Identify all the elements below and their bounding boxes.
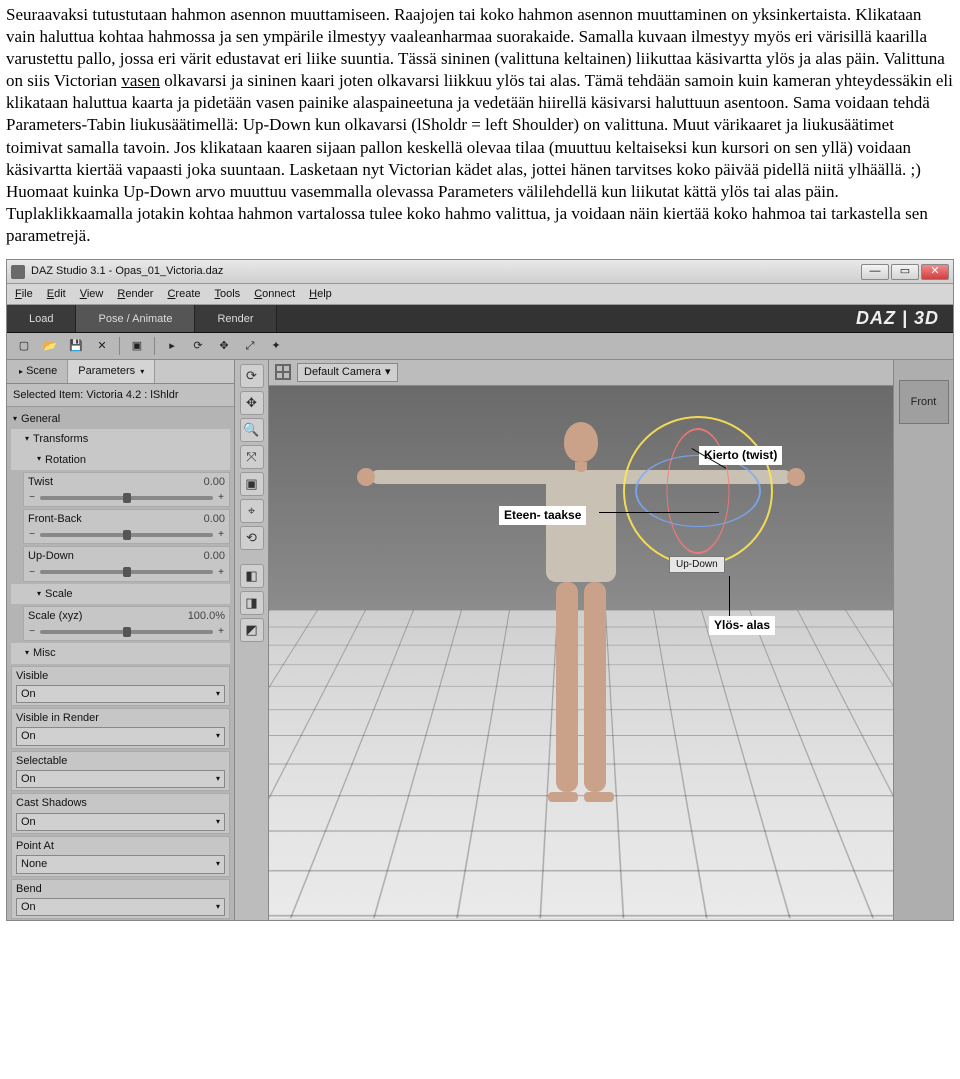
render-icon[interactable]: ▣	[128, 337, 146, 355]
scale-icon[interactable]: ⤢	[241, 337, 259, 355]
annotation-kierto: Kierto (twist)	[699, 446, 782, 466]
main-toolbar: ▢ 📂 💾 ✕ ▣ ▸ ⟳ ✥ ⤢ ✦	[7, 333, 953, 360]
aim-icon[interactable]: ⌖	[240, 499, 264, 523]
app-icon	[11, 265, 25, 279]
selected-item-label: Selected Item:	[13, 389, 83, 401]
daz-studio-window: DAZ Studio 3.1 - Opas_01_Victoria.daz — …	[6, 259, 954, 921]
viewport-tool-column: ⟳ ✥ 🔍 ⤧ ▣ ⌖ ⟲ ◧ ◨ ◩	[235, 360, 269, 920]
group-scale[interactable]: ▾Scale	[11, 584, 230, 604]
brand-logo: DAZ | 3D	[856, 307, 953, 330]
menu-create[interactable]: Create	[167, 287, 200, 301]
menu-edit[interactable]: Edit	[47, 287, 66, 301]
rotation-gizmo[interactable]	[623, 416, 773, 566]
menu-help[interactable]: Help	[309, 287, 332, 301]
translate-icon[interactable]: ✥	[215, 337, 233, 355]
menu-file[interactable]: File	[15, 287, 33, 301]
param-twist[interactable]: Twist0.00 −+	[23, 472, 230, 507]
annotation-eteen-taakse: Eteen- taakse	[499, 506, 586, 526]
shelf-tab-pose[interactable]: Pose / Animate	[76, 305, 195, 332]
rotate-icon[interactable]: ⟳	[189, 337, 207, 355]
group-misc[interactable]: ▾Misc	[11, 643, 230, 663]
updown-chip: Up-Down	[669, 556, 725, 573]
annotation-line	[729, 576, 730, 616]
underlined-word: vasen	[121, 71, 160, 90]
tab-parameters[interactable]: Parameters ▾	[68, 360, 155, 382]
selected-item-value: Victoria 4.2 : lShldr	[86, 389, 178, 401]
chevron-down-icon: ▾	[385, 365, 391, 379]
menu-view[interactable]: View	[80, 287, 104, 301]
annotation-line	[599, 512, 719, 513]
group-rotation[interactable]: ▾Rotation	[11, 450, 230, 470]
window-title: DAZ Studio 3.1 - Opas_01_Victoria.daz	[31, 264, 223, 278]
viewport-3d[interactable]: Eteen- taakse Kierto (twist) Up-Down Ylö…	[269, 386, 893, 921]
titlebar: DAZ Studio 3.1 - Opas_01_Victoria.daz — …	[7, 260, 953, 284]
document-body: Seuraavaksi tutustutaan hahmon asennon m…	[0, 0, 960, 257]
zoom-icon[interactable]: 🔍	[240, 418, 264, 442]
annotation-ylos-alas: Ylös- alas	[709, 616, 775, 636]
reset-icon[interactable]: ⟲	[240, 526, 264, 550]
param-bend[interactable]: Bend On▾	[11, 879, 230, 920]
param-visible-render[interactable]: Visible in Render On▾	[11, 708, 230, 749]
param-point-at[interactable]: Point At None▾	[11, 836, 230, 877]
param-cast-shadows[interactable]: Cast Shadows On▾	[11, 793, 230, 834]
camera-selector[interactable]: Default Camera ▾	[297, 363, 398, 381]
minimize-button[interactable]: —	[861, 264, 889, 280]
separator	[154, 337, 155, 355]
group-general[interactable]: ▾General	[11, 409, 230, 429]
open-icon[interactable]: 📂	[41, 337, 59, 355]
close-button[interactable]: ✕	[921, 264, 949, 280]
extra-tool-2-icon[interactable]: ◨	[240, 591, 264, 615]
pan-icon[interactable]: ✥	[240, 391, 264, 415]
select-icon[interactable]: ▸	[163, 337, 181, 355]
pose-icon[interactable]: ✦	[267, 337, 285, 355]
frame-icon[interactable]: ▣	[240, 472, 264, 496]
front-view-button[interactable]: Front	[899, 380, 949, 424]
menubar: File Edit View Render Create Tools Conne…	[7, 284, 953, 305]
paragraph-2: Tuplaklikkaamalla jotakin kohtaa hahmon …	[6, 203, 954, 247]
activity-shelf: Load Pose / Animate Render DAZ | 3D	[7, 305, 953, 333]
shelf-tab-render[interactable]: Render	[195, 305, 276, 332]
paragraph-1b: olkavarsi ja sininen kaari joten olkavar…	[6, 71, 953, 200]
maximize-button[interactable]: ▭	[891, 264, 919, 280]
menu-render[interactable]: Render	[117, 287, 153, 301]
layout-grid-icon[interactable]	[275, 364, 291, 380]
right-rail: Front	[893, 360, 953, 920]
param-front-back[interactable]: Front-Back0.00 −+	[23, 509, 230, 544]
group-transforms[interactable]: ▾Transforms	[11, 429, 230, 449]
delete-icon[interactable]: ✕	[93, 337, 111, 355]
camera-label: Default Camera	[304, 365, 381, 379]
new-icon[interactable]: ▢	[15, 337, 33, 355]
param-scale-xyz[interactable]: Scale (xyz)100.0% −+	[23, 606, 230, 641]
character-figure[interactable]	[546, 422, 616, 802]
extra-tool-3-icon[interactable]: ◩	[240, 618, 264, 642]
save-icon[interactable]: 💾	[67, 337, 85, 355]
parameters-panel: ▸ Scene Parameters ▾ Selected Item: Vict…	[7, 360, 235, 920]
extra-tool-1-icon[interactable]: ◧	[240, 564, 264, 588]
dolly-icon[interactable]: ⤧	[240, 445, 264, 469]
viewport-area: Default Camera ▾ Eteen- taakse	[269, 360, 893, 920]
menu-tools[interactable]: Tools	[215, 287, 241, 301]
shelf-tab-load[interactable]: Load	[7, 305, 76, 332]
tab-scene[interactable]: ▸ Scene	[7, 360, 68, 382]
param-selectable[interactable]: Selectable On▾	[11, 751, 230, 792]
menu-connect[interactable]: Connect	[254, 287, 295, 301]
separator	[119, 337, 120, 355]
orbit-icon[interactable]: ⟳	[240, 364, 264, 388]
param-visible[interactable]: Visible On▾	[11, 666, 230, 707]
selected-item-row: Selected Item: Victoria 4.2 : lShldr	[7, 384, 234, 407]
param-up-down[interactable]: Up-Down0.00 −+	[23, 546, 230, 581]
